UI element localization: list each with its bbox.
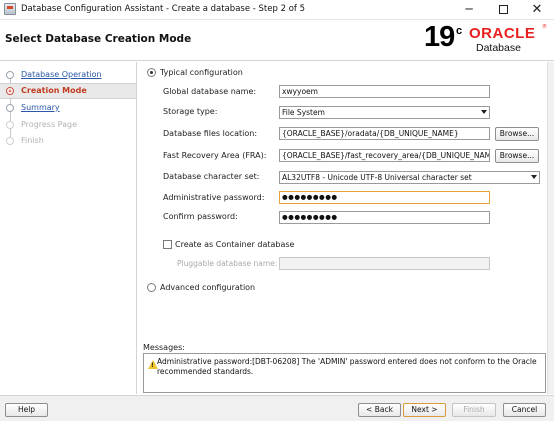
container-db-checkbox[interactable] (163, 240, 172, 249)
fra-browse-button[interactable]: Browse... (495, 149, 539, 163)
window-title: Database Configuration Assistant - Creat… (21, 4, 306, 14)
page-title: Select Database Creation Mode (5, 33, 192, 45)
cancel-button[interactable]: Cancel (503, 403, 546, 417)
maximize-button[interactable] (486, 0, 520, 20)
nav-item-label: Summary (21, 103, 60, 112)
advanced-configuration-radio[interactable] (147, 283, 156, 292)
storage-type-select[interactable]: File System (279, 106, 490, 119)
logo-product: Database (476, 42, 521, 54)
logo-version: 19 (424, 21, 455, 53)
window-title-bar[interactable]: Database Configuration Assistant - Creat… (0, 0, 554, 20)
fra-label: Fast Recovery Area (FRA): (163, 151, 267, 160)
db-files-browse-button[interactable]: Browse... (495, 127, 539, 141)
confirm-password-input[interactable]: ●●●●●●●●● (279, 211, 490, 224)
typical-configuration-radio[interactable] (147, 68, 156, 77)
charset-label: Database character set: (163, 172, 260, 181)
charset-value: AL32UTF8 - Unicode UTF-8 Universal chara… (282, 173, 472, 182)
minimize-button[interactable]: ─ (452, 0, 486, 20)
minimize-icon: ─ (465, 2, 473, 16)
messages-panel: ! Administrative password:[DBT-06208] Th… (143, 353, 546, 393)
logo-version-suffix: c (456, 25, 463, 37)
storage-type-value: File System (282, 108, 325, 117)
vertical-scrollbar[interactable] (547, 62, 554, 394)
step-disabled-icon (6, 137, 14, 145)
close-button[interactable]: ✕ (520, 0, 554, 20)
nav-item-database-operation[interactable]: Database Operation (0, 67, 136, 83)
back-button[interactable]: < Back (358, 403, 401, 417)
next-button[interactable]: Next > (403, 403, 446, 417)
step-current-icon (6, 87, 14, 95)
typical-configuration-label: Typical configuration (160, 68, 243, 77)
message-text[interactable]: Administrative password:[DBT-06208] The … (157, 357, 542, 377)
nav-item-finish: Finish (0, 133, 136, 149)
advanced-configuration-label: Advanced configuration (160, 283, 256, 292)
fra-input[interactable]: {ORACLE_BASE}/fast_recovery_area/{DB_UNI… (279, 149, 490, 162)
admin-password-input[interactable]: ●●●●●●●●● (279, 191, 490, 204)
messages-label: Messages: (143, 343, 185, 352)
step-disabled-icon (6, 121, 14, 129)
close-icon: ✕ (531, 2, 543, 17)
nav-item-label: Progress Page (21, 120, 78, 129)
global-db-name-label: Global database name: (163, 87, 257, 96)
registered-mark: ® (542, 24, 547, 30)
storage-type-label: Storage type: (163, 107, 218, 116)
maximize-icon (498, 5, 508, 14)
nav-item-progress-page: Progress Page (0, 117, 136, 133)
nav-item-summary[interactable]: Summary (0, 100, 136, 116)
page-header: Select Database Creation Mode 19 c ORACL… (0, 21, 554, 61)
global-db-name-input[interactable]: xwyyoem (279, 85, 490, 98)
chevron-down-icon (481, 110, 487, 114)
chevron-down-icon (531, 175, 537, 179)
db-files-location-input[interactable]: {ORACLE_BASE}/oradata/{DB_UNIQUE_NAME} (279, 127, 490, 140)
help-button[interactable]: Help (5, 403, 48, 417)
pluggable-db-label: Pluggable database name: (177, 259, 278, 268)
warning-icon-mark: ! (151, 362, 154, 369)
charset-select[interactable]: AL32UTF8 - Unicode UTF-8 Universal chara… (279, 171, 540, 184)
nav-item-label: Database Operation (21, 70, 102, 79)
nav-item-label: Finish (21, 136, 44, 145)
step-pending-icon (6, 104, 14, 112)
app-icon (4, 3, 16, 15)
container-db-label: Create as Container database (175, 240, 295, 249)
nav-item-label: Creation Mode (21, 86, 87, 95)
step-done-icon (6, 71, 14, 79)
nav-item-creation-mode[interactable]: Creation Mode (0, 83, 136, 99)
admin-password-label: Administrative password: (163, 193, 265, 202)
oracle-logo: ORACLE (469, 25, 536, 42)
pluggable-db-input (279, 257, 490, 270)
db-files-location-label: Database files location: (163, 129, 258, 138)
finish-button: Finish (452, 403, 496, 417)
confirm-password-label: Confirm password: (163, 212, 238, 221)
